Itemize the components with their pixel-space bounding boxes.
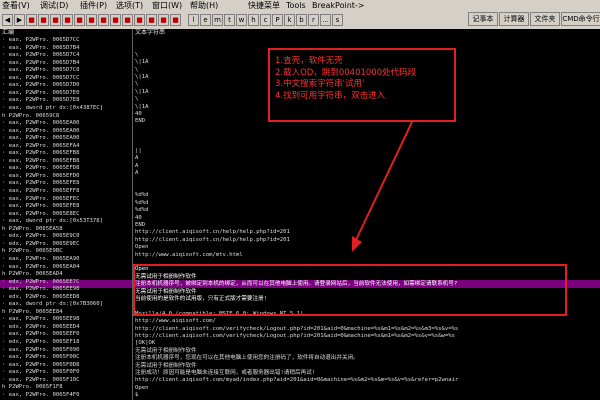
annotation-line: 2.载入OD，跳到00401000处代码段 (275, 67, 417, 78)
annotation-text: 1.查壳，软件无壳 2.载入OD，跳到00401000处代码段 3.中文搜索字符串'… (275, 56, 416, 102)
annotation-line: 3.中文搜索字符串'试用' (275, 79, 365, 89)
annotation-line: 4.找到可用字符串，双击进入 (275, 90, 386, 101)
annotation-line: 1.查壳，软件无壳 (275, 56, 343, 66)
